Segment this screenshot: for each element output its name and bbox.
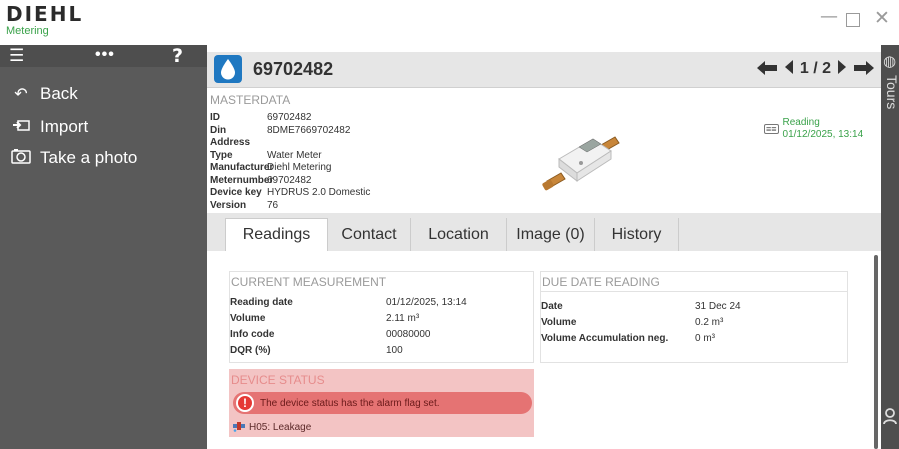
masterdata-row: Type Water Meter xyxy=(210,149,322,161)
masterdata-panel: MASTERDATA ID 69702482 Din Address 8DME766… xyxy=(207,89,881,213)
maximize-button[interactable] xyxy=(846,13,860,27)
pager: 1 / 2 xyxy=(756,56,875,82)
leakage-item: H05: Leakage xyxy=(232,420,311,435)
globe-icon[interactable]: ◍ xyxy=(883,52,896,70)
panel-title: DUE DATE READING xyxy=(541,272,847,292)
sidebar-item-label: Import xyxy=(40,117,89,136)
masterdata-row: Din Address 8DME7669702482 xyxy=(210,124,351,149)
measurement-row: Volume 2.11 m³ xyxy=(230,313,420,324)
masterdata-row: Manufacturer Diehl Metering xyxy=(210,162,332,173)
due-date-row: Volume 0.2 m³ xyxy=(541,317,724,328)
sidebar-item-label: Take a photo xyxy=(40,148,138,167)
sidebar-item-back[interactable]: ↶ Back xyxy=(0,80,207,108)
masterdata-row: Meternumber 69702482 xyxy=(210,174,312,186)
import-icon xyxy=(0,118,40,137)
last-arrow-icon[interactable] xyxy=(853,56,875,82)
menu-icon[interactable]: ☰ xyxy=(9,47,24,64)
right-side-panel: ◍ Tours xyxy=(881,45,899,449)
due-date-row: Volume Accumulation neg. 0 m³ xyxy=(541,333,715,344)
device-header: 69702482 1 / 2 xyxy=(207,52,881,88)
sidebar-item-import[interactable]: Import xyxy=(0,113,207,141)
measurement-row: Info code 00080000 xyxy=(230,329,431,340)
tab-readings[interactable]: Readings xyxy=(225,218,328,251)
next-icon[interactable] xyxy=(837,59,847,80)
due-date-row: Date 31 Dec 24 xyxy=(541,301,741,312)
sidebar-item-take-photo[interactable]: Take a photo xyxy=(0,144,207,172)
diehl-logo: DIEHL Metering xyxy=(6,4,83,37)
tab-bar: Readings Contact Location Image (0) Hist… xyxy=(207,213,881,251)
alarm-text: The device status has the alarm flag set… xyxy=(260,397,440,409)
tab-location[interactable]: Location xyxy=(411,218,507,251)
alarm-banner: ! The device status has the alarm flag s… xyxy=(233,392,532,414)
masterdata-row: Device key HYDRUS 2.0 Domestic xyxy=(210,187,371,198)
sidebar: ☰ ••• ? ↶ Back Import Take a photo xyxy=(0,45,207,449)
masterdata-row: ID 69702482 xyxy=(210,112,312,123)
reading-label: Reading xyxy=(782,117,820,128)
readings-content: CURRENT MEASUREMENT Reading date 01/12/20… xyxy=(207,251,881,449)
device-status-title: DEVICE STATUS xyxy=(231,373,325,387)
device-status-panel: DEVICE STATUS ! The device status has th… xyxy=(229,369,534,437)
masterdata-table: ID 69702482 Din Address 8DME7669702482 Typ… xyxy=(210,112,370,212)
panel-title: CURRENT MEASUREMENT xyxy=(231,275,387,289)
measurement-row: Reading date 01/12/2025, 13:14 xyxy=(230,297,467,308)
meter-reading-icon: ≡≡ xyxy=(764,124,779,134)
current-measurement-panel: CURRENT MEASUREMENT Reading date 01/12/20… xyxy=(229,271,534,363)
tab-contact[interactable]: Contact xyxy=(328,218,411,251)
minimize-button[interactable]: — xyxy=(820,6,838,27)
masterdata-title: MASTERDATA xyxy=(210,93,291,107)
tab-history[interactable]: History xyxy=(595,218,679,251)
prev-icon[interactable] xyxy=(784,59,794,80)
person-icon[interactable] xyxy=(883,408,897,429)
meter-id-title: 69702482 xyxy=(253,59,334,79)
due-date-reading-panel: DUE DATE READING Date 31 Dec 24 Volume 0.2… xyxy=(540,271,848,363)
content-scrollbar[interactable] xyxy=(874,255,878,449)
more-icon[interactable]: ••• xyxy=(95,46,115,64)
first-arrow-icon[interactable] xyxy=(756,56,778,82)
alert-icon: ! xyxy=(236,394,254,412)
close-button[interactable]: ✕ xyxy=(874,7,890,29)
tab-image[interactable]: Image (0) xyxy=(507,218,595,251)
water-meter-image xyxy=(542,136,620,191)
logo-sub-text: Metering xyxy=(6,25,49,37)
leakage-text: H05: Leakage xyxy=(249,422,312,433)
sidebar-toolbar: ☰ ••• ? xyxy=(0,45,207,67)
measurement-row: DQR (%) 100 xyxy=(230,345,403,356)
logo-main-text: DIEHL xyxy=(6,2,84,26)
water-drop-icon xyxy=(214,55,242,83)
tours-tab[interactable]: Tours xyxy=(884,75,899,109)
camera-icon-svg xyxy=(11,148,31,164)
sidebar-item-label: Back xyxy=(40,84,78,103)
title-bar: DIEHL Metering — ✕ xyxy=(0,0,899,45)
reading-indicator: ≡≡ Reading 01/12/2025, 13:14 xyxy=(764,117,863,141)
import-icon-svg xyxy=(13,119,30,131)
leak-pipe-icon xyxy=(232,420,246,435)
masterdata-row: Version 76 xyxy=(210,199,279,211)
help-icon[interactable]: ? xyxy=(172,45,183,67)
reading-date: 01/12/2025, 13:14 xyxy=(782,129,864,140)
camera-icon xyxy=(0,148,40,169)
back-arrow-icon: ↶ xyxy=(14,86,28,103)
page-indicator: 1 / 2 xyxy=(799,60,831,77)
